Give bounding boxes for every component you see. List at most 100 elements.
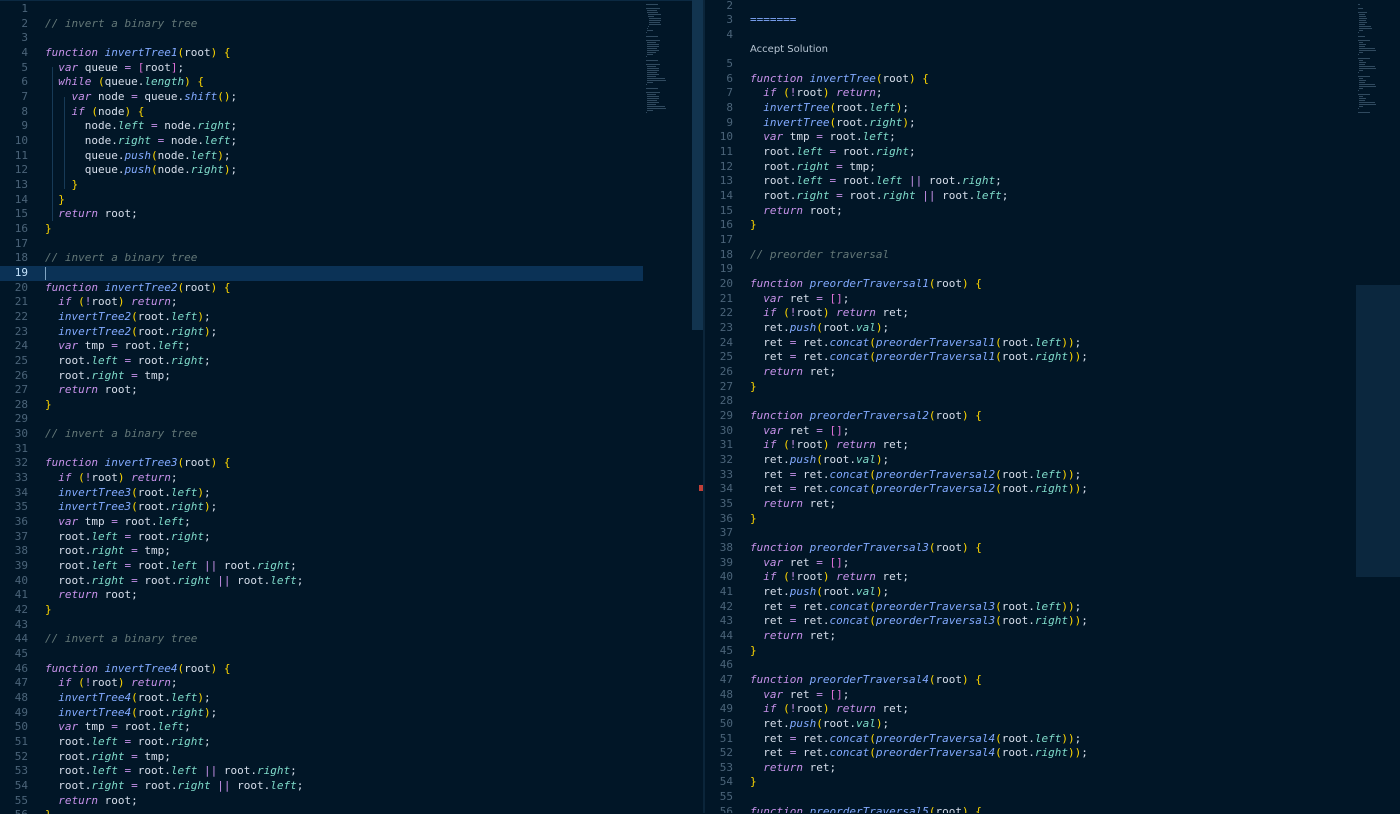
code-line[interactable]: 32 ret.push(root.val); <box>705 453 1345 468</box>
code-line[interactable]: 1 <box>0 2 643 17</box>
code-line[interactable]: 36 var tmp = root.left; <box>0 515 643 530</box>
code-line[interactable]: 5 <box>705 57 1345 72</box>
code-line[interactable]: 20 function invertTree2(root) { <box>0 281 643 296</box>
code-line[interactable]: 14 root.right = root.right || root.left; <box>705 189 1345 204</box>
code-line[interactable]: 18 // preorder traversal <box>705 248 1345 263</box>
code-line[interactable]: 16} <box>0 222 643 237</box>
code-line[interactable]: 9 invertTree(root.right); <box>705 116 1345 131</box>
code-line[interactable]: 44 return ret; <box>705 629 1345 644</box>
code-line[interactable]: 46 function invertTree4(root) { <box>0 662 643 677</box>
code-line[interactable]: 24 var tmp = root.left; <box>0 339 643 354</box>
code-line[interactable]: 4 function invertTree1(root) { <box>0 46 643 61</box>
code-line[interactable]: 27 return root; <box>0 383 643 398</box>
code-line[interactable]: 43 ret = ret.concat(preorderTraversal3(r… <box>705 614 1345 629</box>
code-line[interactable]: 8 invertTree(root.left); <box>705 101 1345 116</box>
code-line[interactable]: 13 } <box>0 178 643 193</box>
code-line[interactable]: 17 <box>705 233 1345 248</box>
code-line[interactable]: 43 <box>0 618 643 633</box>
minimap-left[interactable] <box>644 0 692 813</box>
code-line[interactable]: 50 ret.push(root.val); <box>705 717 1345 732</box>
code-line[interactable]: 37 <box>705 526 1345 541</box>
code-line[interactable]: 4 <box>705 28 1345 43</box>
code-line[interactable]: 29 <box>0 412 643 427</box>
code-line[interactable]: 26 return ret; <box>705 365 1345 380</box>
code-line[interactable]: 11 queue.push(node.left); <box>0 149 643 164</box>
code-line[interactable]: 46 <box>705 658 1345 673</box>
code-line[interactable]: 35 return ret; <box>705 497 1345 512</box>
code-line[interactable]: 21 if (!root) return; <box>0 295 643 310</box>
code-line[interactable]: 16} <box>705 218 1345 233</box>
code-line[interactable]: 15 return root; <box>0 207 643 222</box>
code-line[interactable]: 25 root.left = root.right; <box>0 354 643 369</box>
code-line[interactable]: 50 var tmp = root.left; <box>0 720 643 735</box>
code-line[interactable]: 56} <box>0 808 643 814</box>
code-line[interactable]: 53 root.left = root.left || root.right; <box>0 764 643 779</box>
code-line[interactable]: 52 ret = ret.concat(preorderTraversal4(r… <box>705 746 1345 761</box>
code-line[interactable]: 12 root.right = tmp; <box>705 160 1345 175</box>
code-line[interactable]: 47 if (!root) return; <box>0 676 643 691</box>
code-line[interactable]: 15 return root; <box>705 204 1345 219</box>
code-line[interactable]: 39 root.left = root.left || root.right; <box>0 559 643 574</box>
code-line[interactable]: 2 // invert a binary tree <box>0 17 643 32</box>
code-line[interactable]: 49 if (!root) return ret; <box>705 702 1345 717</box>
code-line[interactable]: 49 invertTree4(root.right); <box>0 706 643 721</box>
code-line[interactable]: Accept Solution <box>705 42 1345 57</box>
code-line[interactable]: 9 node.left = node.right; <box>0 119 643 134</box>
code-line[interactable]: 10 node.right = node.left; <box>0 134 643 149</box>
code-line[interactable]: 6 while (queue.length) { <box>0 75 643 90</box>
code-line[interactable]: 3 <box>0 31 643 46</box>
code-line[interactable]: 19 <box>0 265 643 281</box>
code-line[interactable]: 51 ret = ret.concat(preorderTraversal4(r… <box>705 732 1345 747</box>
code-line[interactable]: 40 if (!root) return ret; <box>705 570 1345 585</box>
code-line[interactable]: 26 root.right = tmp; <box>0 369 643 384</box>
code-line[interactable]: 30 // invert a binary tree <box>0 427 643 442</box>
code-line[interactable]: 17 <box>0 237 643 252</box>
code-line[interactable]: 35 invertTree3(root.right); <box>0 500 643 515</box>
code-line[interactable]: 55 return root; <box>0 794 643 809</box>
code-line[interactable]: 7 var node = queue.shift(); <box>0 90 643 105</box>
code-line[interactable]: 23 ret.push(root.val); <box>705 321 1345 336</box>
code-line[interactable]: 37 root.left = root.right; <box>0 530 643 545</box>
code-line[interactable]: 45 <box>0 647 643 662</box>
editor-pane-right[interactable]: 2 3 ======= 4 Accept Solution 5 6 function inve… <box>705 0 1400 813</box>
code-line[interactable]: 14 } <box>0 193 643 208</box>
code-line[interactable]: 52 root.right = tmp; <box>0 750 643 765</box>
code-line[interactable]: 11 root.left = root.right; <box>705 145 1345 160</box>
code-line[interactable]: 38 function preorderTraversal3(root) { <box>705 541 1345 556</box>
code-line[interactable]: 23 invertTree2(root.right); <box>0 325 643 340</box>
code-line[interactable]: 54} <box>705 775 1345 790</box>
code-line[interactable]: 28 <box>705 394 1345 409</box>
code-line[interactable]: 31 if (!root) return ret; <box>705 438 1345 453</box>
editor-pane-left[interactable]: 1 2 // invert a binary tree 3 4 function inve… <box>0 0 703 814</box>
code-line[interactable]: 47 function preorderTraversal4(root) { <box>705 673 1345 688</box>
code-line[interactable]: 54 root.right = root.right || root.left; <box>0 779 643 794</box>
code-line[interactable]: 56 function preorderTraversal5(root) { <box>705 805 1345 813</box>
code-line[interactable]: 42 ret = ret.concat(preorderTraversal3(r… <box>705 600 1345 615</box>
code-line[interactable]: 53 return ret; <box>705 761 1345 776</box>
code-line[interactable]: 48 var ret = []; <box>705 688 1345 703</box>
code-line[interactable]: 38 root.right = tmp; <box>0 544 643 559</box>
code-line[interactable]: 48 invertTree4(root.left); <box>0 691 643 706</box>
code-line[interactable]: 51 root.left = root.right; <box>0 735 643 750</box>
code-line[interactable]: 45} <box>705 644 1345 659</box>
code-line[interactable]: 36} <box>705 512 1345 527</box>
scrollbar-thumb-left[interactable] <box>692 0 703 330</box>
code-line[interactable]: 21 var ret = []; <box>705 292 1345 307</box>
code-line[interactable]: 42} <box>0 603 643 618</box>
code-line[interactable]: 5 var queue = [root]; <box>0 61 643 76</box>
code-line[interactable]: 34 invertTree3(root.left); <box>0 486 643 501</box>
code-line[interactable]: 10 var tmp = root.left; <box>705 130 1345 145</box>
code-line[interactable]: 6 function invertTree(root) { <box>705 72 1345 87</box>
code-line[interactable]: 32 function invertTree3(root) { <box>0 456 643 471</box>
code-line[interactable]: 20 function preorderTraversal1(root) { <box>705 277 1345 292</box>
code-line[interactable]: 27} <box>705 380 1345 395</box>
code-line[interactable]: 13 root.left = root.left || root.right; <box>705 174 1345 189</box>
code-line[interactable]: 40 root.right = root.right || root.left; <box>0 574 643 589</box>
code-line[interactable]: 28} <box>0 398 643 413</box>
code-line[interactable]: 22 if (!root) return ret; <box>705 306 1345 321</box>
code-line[interactable]: 55 <box>705 790 1345 805</box>
code-line[interactable]: 30 var ret = []; <box>705 424 1345 439</box>
code-line[interactable]: 31 <box>0 442 643 457</box>
code-line[interactable]: 44 // invert a binary tree <box>0 632 643 647</box>
code-line[interactable]: 33 ret = ret.concat(preorderTraversal2(r… <box>705 468 1345 483</box>
